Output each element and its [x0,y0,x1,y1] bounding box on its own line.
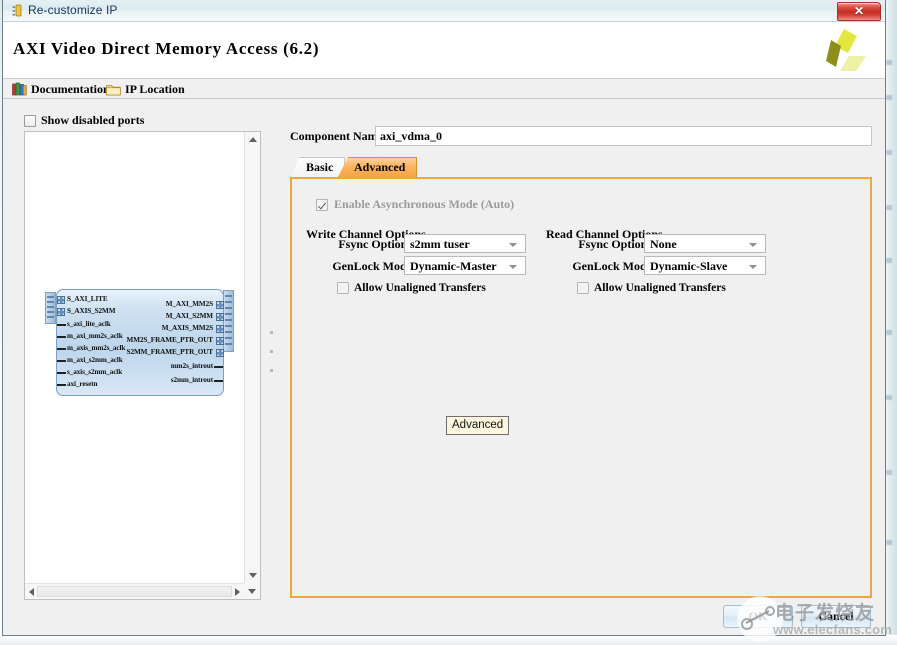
port-m-axi-mm2s: M_AXI_MM2S [166,300,213,308]
block-diagram-canvas[interactable]: S_AXI_LITE S_AXIS_S2MM s_axi_lite_aclk m… [25,132,244,583]
port-s2mm-introut: s2mm_introut [171,376,213,384]
dialog-toolbar: Documentation IP Location [3,79,885,99]
advanced-tooltip: Advanced [446,416,509,435]
diagram-vertical-scrollbar[interactable] [244,132,260,583]
dialog-body: Show disabled ports [3,100,885,635]
port-s-axis-s2mm-aclk: s_axis_s2mm_aclk [67,368,122,376]
tab-advanced-label: Advanced [354,160,405,175]
read-fsync-label: Fsync Options [542,237,652,252]
write-unaligned-checkbox[interactable]: Allow Unaligned Transfers [337,282,486,294]
scroll-down-arrow-icon[interactable] [249,573,257,578]
async-mode-checkbox: Enable Asynchronous Mode (Auto) [316,197,514,212]
read-unaligned-checkbox[interactable]: Allow Unaligned Transfers [577,282,726,294]
close-button[interactable]: ✕ [837,2,881,21]
port-mm2s-frame-ptr-out: MM2S_FRAME_PTR_OUT [127,336,213,344]
cancel-button-label: Cancel [818,609,853,624]
books-icon [12,82,27,96]
component-name-label: Component Name [290,129,383,144]
title-bar: Re-customize IP ✕ [3,0,885,22]
port-s-axis-s2mm: S_AXIS_S2MM [67,307,115,315]
port-m-axis-mm2s: M_AXIS_MM2S [162,324,213,332]
ip-block-symbol[interactable]: S_AXI_LITE S_AXIS_S2MM s_axi_lite_aclk m… [56,289,224,396]
folder-icon [106,83,121,96]
corner-down-arrow-icon[interactable] [248,589,256,594]
config-panel: Component Name Basic Advanced Enable Asy… [281,100,879,635]
ip-location-label: IP Location [125,82,185,97]
ip-customize-icon [11,4,25,18]
window-title: Re-customize IP [28,3,118,17]
left-connector-stack [45,292,56,324]
chevron-down-icon [749,243,757,247]
tab-basic[interactable]: Basic [290,157,345,177]
ip-location-link[interactable]: IP Location [106,81,185,97]
read-unaligned-label: Allow Unaligned Transfers [594,282,726,294]
ports-panel: Show disabled ports [11,113,261,600]
scroll-up-arrow-icon[interactable] [249,137,257,142]
tab-advanced[interactable]: Advanced [338,157,417,177]
port-m-axis-mm2s-aclk: m_axis_mm2s_aclk [67,344,125,352]
write-unaligned-label: Allow Unaligned Transfers [354,282,486,294]
checkbox-box [316,199,328,211]
ok-button-label: OK [749,609,768,624]
checkbox-box [577,282,589,294]
advanced-tab-panel: Enable Asynchronous Mode (Auto) Write Ch… [290,177,872,598]
write-genlock-select[interactable]: Dynamic-Master [404,256,526,275]
block-diagram-container: S_AXI_LITE S_AXIS_S2MM s_axi_lite_aclk m… [24,131,261,600]
panel-splitter[interactable] [268,110,275,590]
port-s-axi-lite-aclk: s_axi_lite_aclk [67,320,111,328]
ok-button[interactable]: OK [723,605,793,628]
cancel-button[interactable]: Cancel [801,605,871,628]
chevron-down-icon [749,265,757,269]
read-genlock-label: GenLock Mode [542,259,652,274]
scroll-left-arrow-icon[interactable] [29,588,34,596]
close-icon: ✕ [838,4,880,18]
documentation-label: Documentation [31,82,110,97]
scrollbar-corner [244,583,260,599]
write-genlock-label: GenLock Mode [302,259,412,274]
checkbox-box [337,282,349,294]
checkbox-box [24,115,36,127]
component-name-row: Component Name [290,126,872,146]
write-fsync-select[interactable]: s2mm tuser [404,234,526,253]
backdrop-bottom-strip [0,635,897,645]
write-fsync-label: Fsync Options [302,237,412,252]
async-mode-label: Enable Asynchronous Mode (Auto) [334,197,514,212]
component-name-input[interactable] [375,126,872,146]
dialog-window: Re-customize IP ✕ AXI Video Direct Memor… [2,0,886,636]
port-axi-resetn: axi_resetn [67,380,97,388]
read-fsync-select[interactable]: None [644,234,766,253]
horizontal-scroll-thumb[interactable] [37,586,232,597]
page-title: AXI Video Direct Memory Access (6.2) [13,39,319,59]
port-m-axi-mm2s-aclk: m_axi_mm2s_aclk [67,332,123,340]
read-fsync-value: None [650,237,677,252]
port-s-axi-lite: S_AXI_LITE [67,295,108,303]
read-genlock-value: Dynamic-Slave [650,259,727,274]
show-disabled-ports-checkbox[interactable]: Show disabled ports [24,113,144,128]
write-fsync-value: s2mm tuser [410,237,470,252]
write-genlock-value: Dynamic-Master [410,259,497,274]
port-s2mm-frame-ptr-out: S2MM_FRAME_PTR_OUT [127,348,213,356]
port-m-axi-s2mm-aclk: m_axi_s2mm_aclk [67,356,123,364]
right-connector-stack [223,290,234,352]
screen: Re-customize IP ✕ AXI Video Direct Memor… [0,0,897,645]
dialog-header: AXI Video Direct Memory Access (6.2) [3,22,885,79]
port-m-axi-s2mm: M_AXI_S2MM [166,312,213,320]
xilinx-logo [814,26,872,76]
chevron-down-icon [509,265,517,269]
read-genlock-select[interactable]: Dynamic-Slave [644,256,766,275]
scroll-right-arrow-icon[interactable] [235,588,240,596]
diagram-horizontal-scrollbar[interactable] [25,583,244,599]
chevron-down-icon [509,243,517,247]
documentation-link[interactable]: Documentation [12,81,110,97]
tab-basic-label: Basic [306,160,333,175]
show-disabled-ports-label: Show disabled ports [41,113,144,128]
port-mm2s-introut: mm2s_introut [171,362,213,370]
